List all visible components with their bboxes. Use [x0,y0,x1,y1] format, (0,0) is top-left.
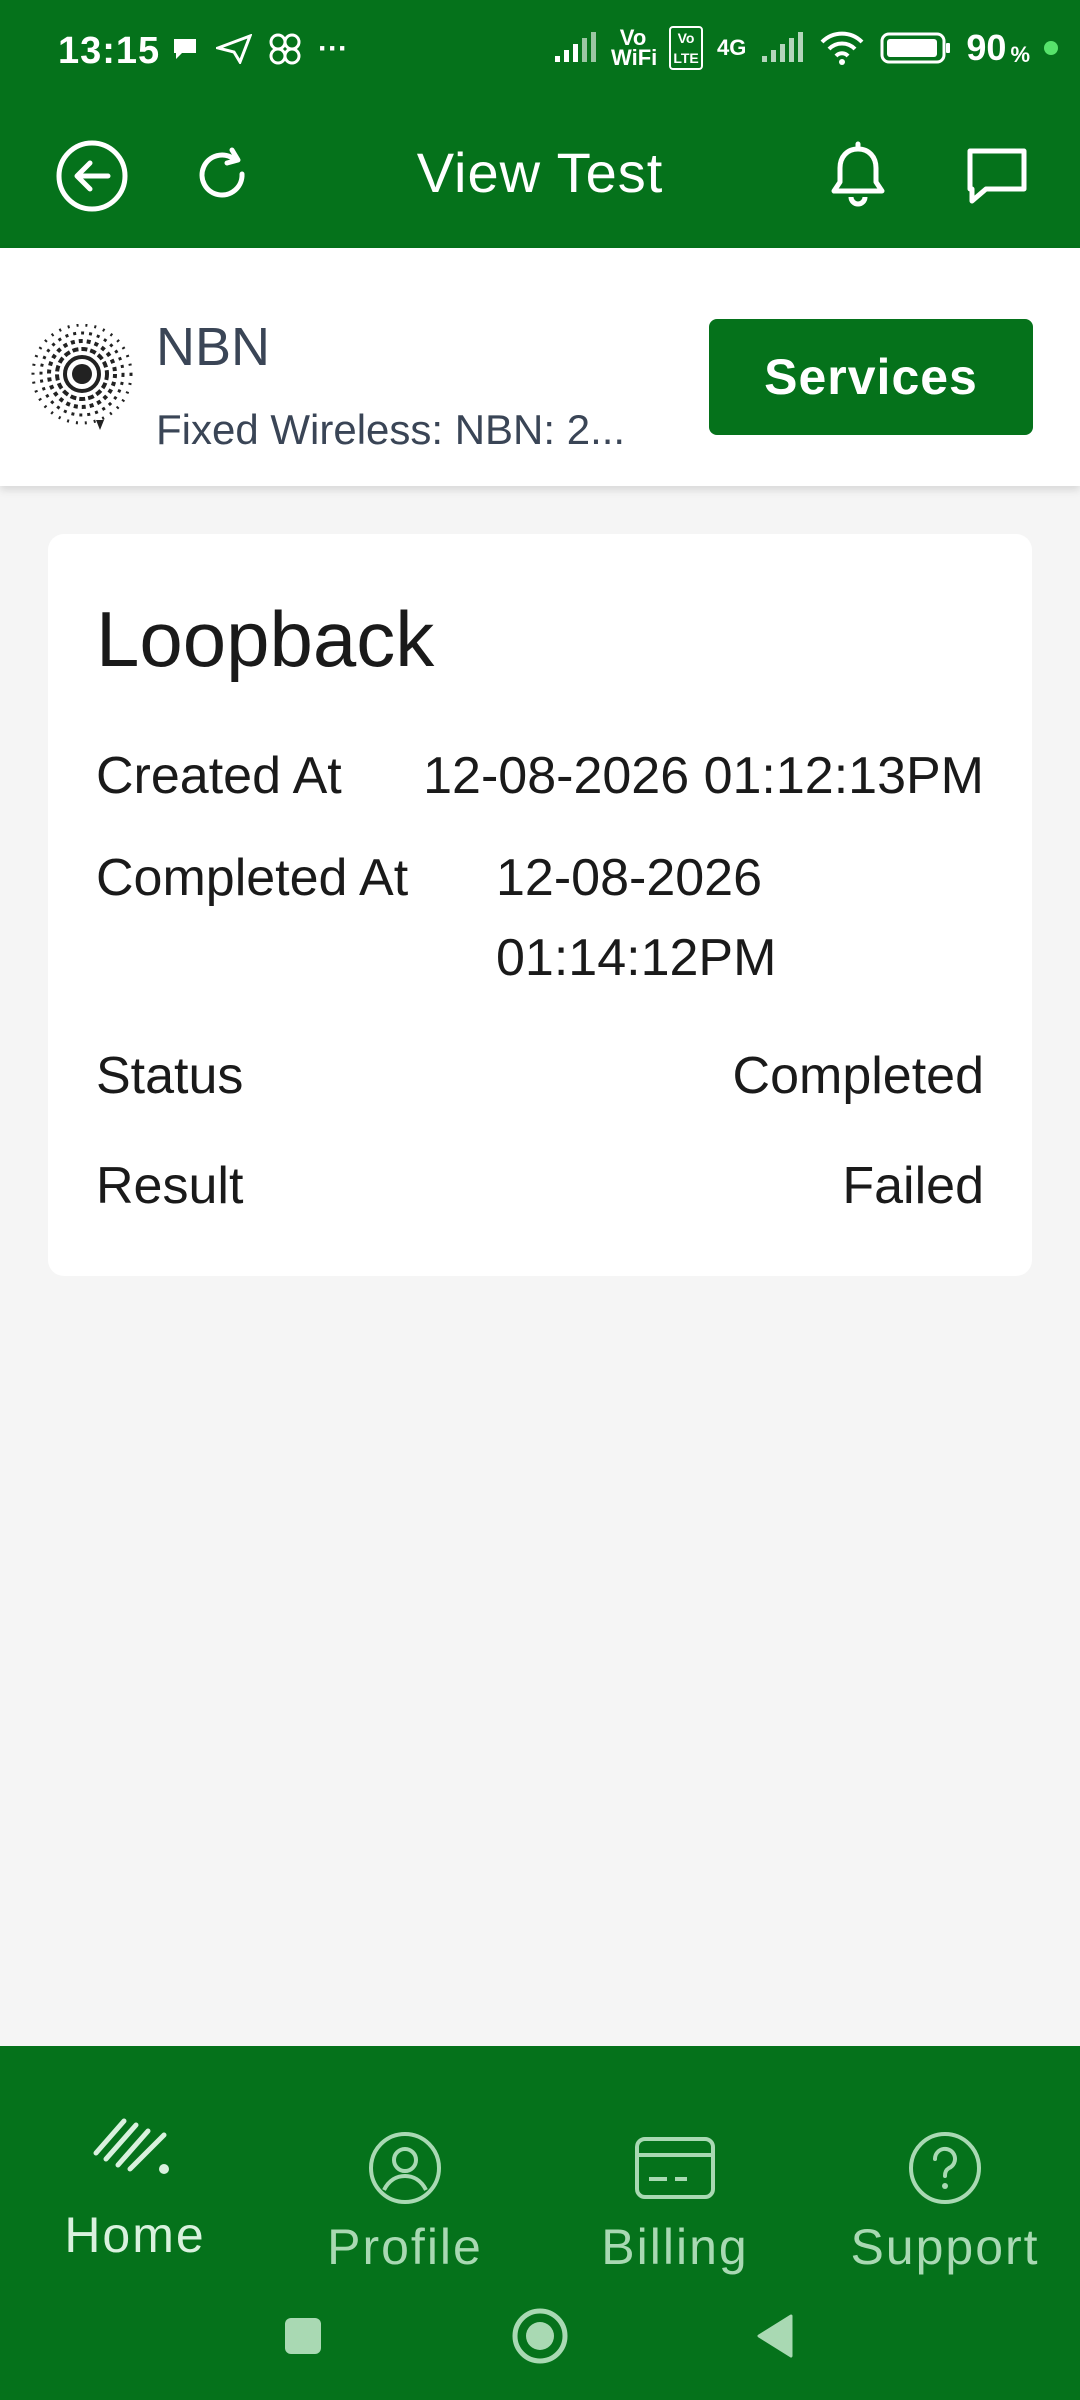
nbn-logo [31,324,133,430]
status-time: 13:15 [58,30,161,72]
messages-button[interactable] [957,136,1037,216]
notifications-button[interactable] [818,136,898,216]
credit-card-icon [635,2137,715,2199]
completed-value: 12-08-2026 01:14:12PM [496,849,777,987]
wifi-icon [820,31,864,65]
status-row: Status Completed [96,1046,984,1116]
result-value: Failed [842,1157,984,1215]
signal-bars-icon [555,32,597,62]
system-nav-bar [0,2296,1080,2376]
send-icon [216,34,252,64]
user-circle-icon [369,2132,441,2204]
result-label: Result [96,1157,244,1215]
pinwheel-icon [269,33,301,65]
services-button[interactable]: Services [709,319,1033,435]
nav-support[interactable]: Support [810,2098,1080,2298]
square-icon [285,2318,321,2354]
created-label: Created At [96,747,342,805]
volte-label: Vo LTE [669,26,704,70]
service-header: NBN Fixed Wireless: NBN: 2... Services [0,248,1080,486]
status-value: Completed [732,1047,984,1105]
nav-home[interactable]: Home [0,2098,270,2298]
service-plan: Fixed Wireless: NBN: 2... [156,406,626,453]
battery-unit: % [1010,42,1030,67]
vowifi-label: Vo WiFi [611,25,658,70]
created-value: 12-08-2026 01:12:13PM [423,747,984,805]
top-bar: 13:15 ··· Vo WiFi Vo LTE 4G 90 % View Te… [0,0,1080,248]
back-system-button[interactable] [735,2296,815,2376]
nav-profile-label: Profile [327,2219,483,2275]
signal-bars-2-icon [762,32,804,62]
service-name: NBN [156,317,271,377]
page-title: View Test [416,141,664,204]
status-label: Status [96,1047,244,1105]
more-icon: ··· [318,32,348,65]
nav-home-label: Home [64,2207,206,2263]
home-system-button[interactable] [500,2296,580,2376]
status-right: Vo WiFi Vo LTE 4G 90 % [553,26,1058,70]
bottom-nav: Home Profile Billing Support [0,2046,1080,2400]
nav-billing-label: Billing [601,2219,749,2275]
nav-profile[interactable]: Profile [270,2098,540,2298]
chat-bubble-icon [174,39,196,59]
notification-icons: ··· [170,32,348,66]
created-row: Created At 12-08-2026 01:12:13PM [96,746,984,816]
network-label: 4G [717,35,747,60]
completed-row: Completed At 12-08-2026 01:14:12PM [96,838,984,998]
battery-icon [880,32,951,64]
recents-button[interactable] [263,2296,343,2376]
wifi-signal-icon [93,2118,169,2174]
test-details-card: Loopback Created At 12-08-2026 01:12:13P… [48,534,1032,1276]
nav-billing[interactable]: Billing [540,2098,810,2298]
battery-level: 90 [966,27,1007,68]
completed-label: Completed At [96,849,409,907]
question-circle-icon [909,2132,981,2204]
charging-dot [1044,41,1058,55]
status-bar: 13:15 ··· Vo WiFi Vo LTE 4G 90 % [0,0,1080,108]
triangle-back-icon [757,2314,793,2358]
bell-icon [831,141,885,207]
circle-home-icon [512,2308,568,2364]
test-title: Loopback [96,595,435,683]
result-row: Result Failed [96,1156,984,1226]
nav-support-label: Support [850,2219,1040,2275]
chat-icon [967,148,1027,204]
